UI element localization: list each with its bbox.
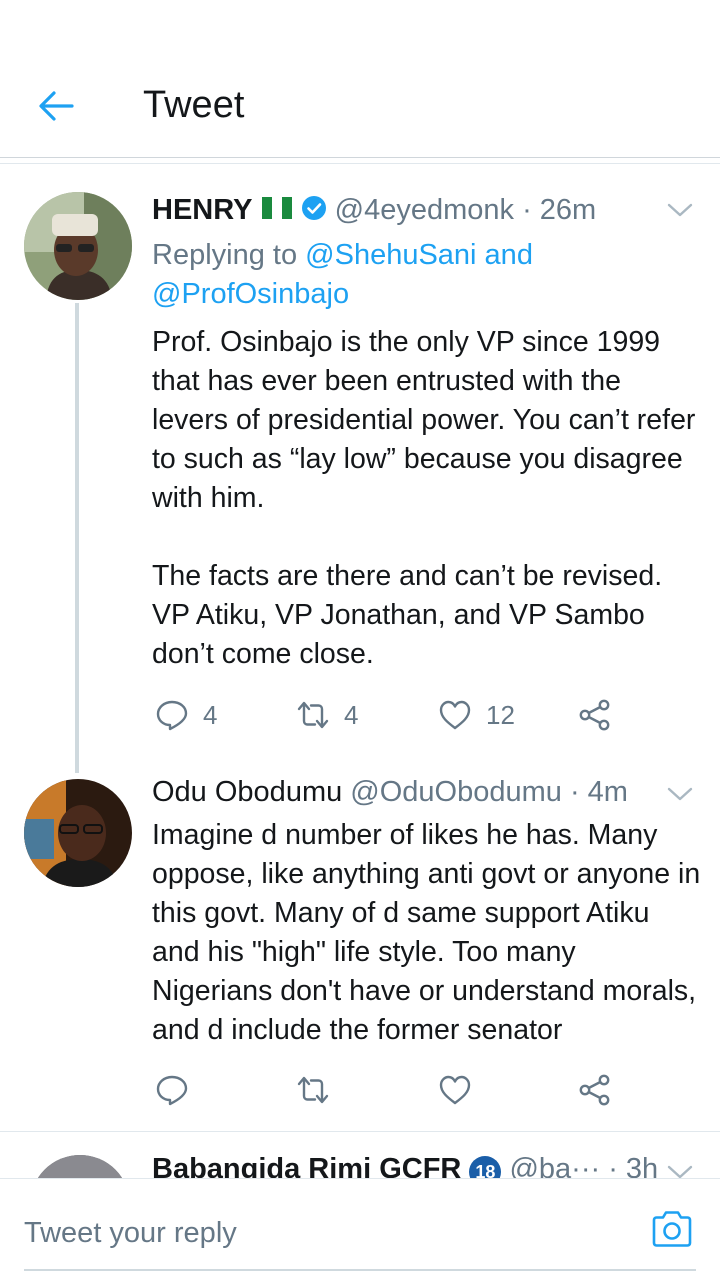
- tweet-divider: [0, 1131, 720, 1132]
- like-button[interactable]: [438, 1073, 472, 1107]
- tweet-header-odu: Odu Obodumu @OduObodumu · 4m: [152, 776, 628, 809]
- camera-icon: [652, 1211, 692, 1247]
- reply-button[interactable]: [155, 1073, 189, 1107]
- tweet-text: Prof. Osinbajo is the only VP since 1999…: [152, 326, 696, 670]
- app-header: Tweet: [0, 0, 720, 164]
- heart-icon: [439, 700, 471, 730]
- retweet-icon: [297, 1076, 329, 1104]
- avatar-henry-image: [24, 192, 132, 300]
- nigeria-flag-icon: [261, 197, 292, 219]
- replying-and[interactable]: and: [477, 239, 533, 271]
- tweet-time: · 4m: [569, 776, 628, 808]
- reply-input-underline: [24, 1269, 696, 1271]
- heart-icon: [439, 1075, 471, 1105]
- retweet-button[interactable]: [296, 1073, 330, 1107]
- author-handle[interactable]: @4eyedmonk: [335, 194, 514, 226]
- replying-prefix: Replying to: [152, 239, 306, 271]
- header-divider: [0, 157, 720, 158]
- author-name[interactable]: HENRY: [152, 194, 252, 226]
- camera-button[interactable]: [650, 1209, 694, 1249]
- tweet-text: Imagine d number of likes he has. Many o…: [152, 819, 709, 1046]
- retweet-button[interactable]: 4: [296, 698, 358, 732]
- retweet-count: 4: [344, 699, 359, 730]
- thread-connector-line: [75, 303, 79, 773]
- tweet-header-henry: HENRY @4eyedmonk · 26m: [152, 194, 596, 227]
- reply-icon: [156, 700, 188, 731]
- verified-badge-icon: [301, 196, 326, 220]
- reply-input[interactable]: [24, 1213, 624, 1253]
- avatar-odu-obodumu[interactable]: [24, 779, 132, 887]
- tweet-time: · 26m: [522, 194, 597, 226]
- share-button[interactable]: [578, 698, 612, 732]
- reply-button[interactable]: 4: [155, 698, 217, 732]
- mention-profosinbajo[interactable]: @ProfOsinbajo: [152, 278, 349, 310]
- author-name[interactable]: Odu Obodumu: [152, 776, 342, 808]
- avatar-odu-image: [24, 779, 132, 887]
- share-button[interactable]: [578, 1073, 612, 1107]
- reply-icon: [156, 1075, 188, 1106]
- chevron-down-icon[interactable]: [666, 785, 694, 803]
- reply-count: 4: [203, 699, 218, 730]
- replying-to: Replying to @ShehuSani and @ProfOsinbajo: [152, 236, 692, 314]
- header-divider-shadow: [0, 163, 720, 164]
- avatar-henry[interactable]: [24, 192, 132, 300]
- retweet-icon: [297, 701, 329, 729]
- chevron-down-icon[interactable]: [666, 201, 694, 219]
- author-handle[interactable]: @OduObodumu: [350, 776, 562, 808]
- like-button[interactable]: 12: [438, 698, 515, 732]
- share-icon: [579, 1074, 610, 1106]
- back-button[interactable]: [36, 86, 76, 126]
- like-count: 12: [486, 699, 515, 730]
- back-arrow-icon: [39, 91, 74, 121]
- share-icon: [579, 699, 610, 731]
- reply-composer-bar: [0, 1178, 720, 1280]
- page-title: Tweet: [143, 84, 245, 126]
- mention-shehusani[interactable]: @ShehuSani: [305, 239, 476, 271]
